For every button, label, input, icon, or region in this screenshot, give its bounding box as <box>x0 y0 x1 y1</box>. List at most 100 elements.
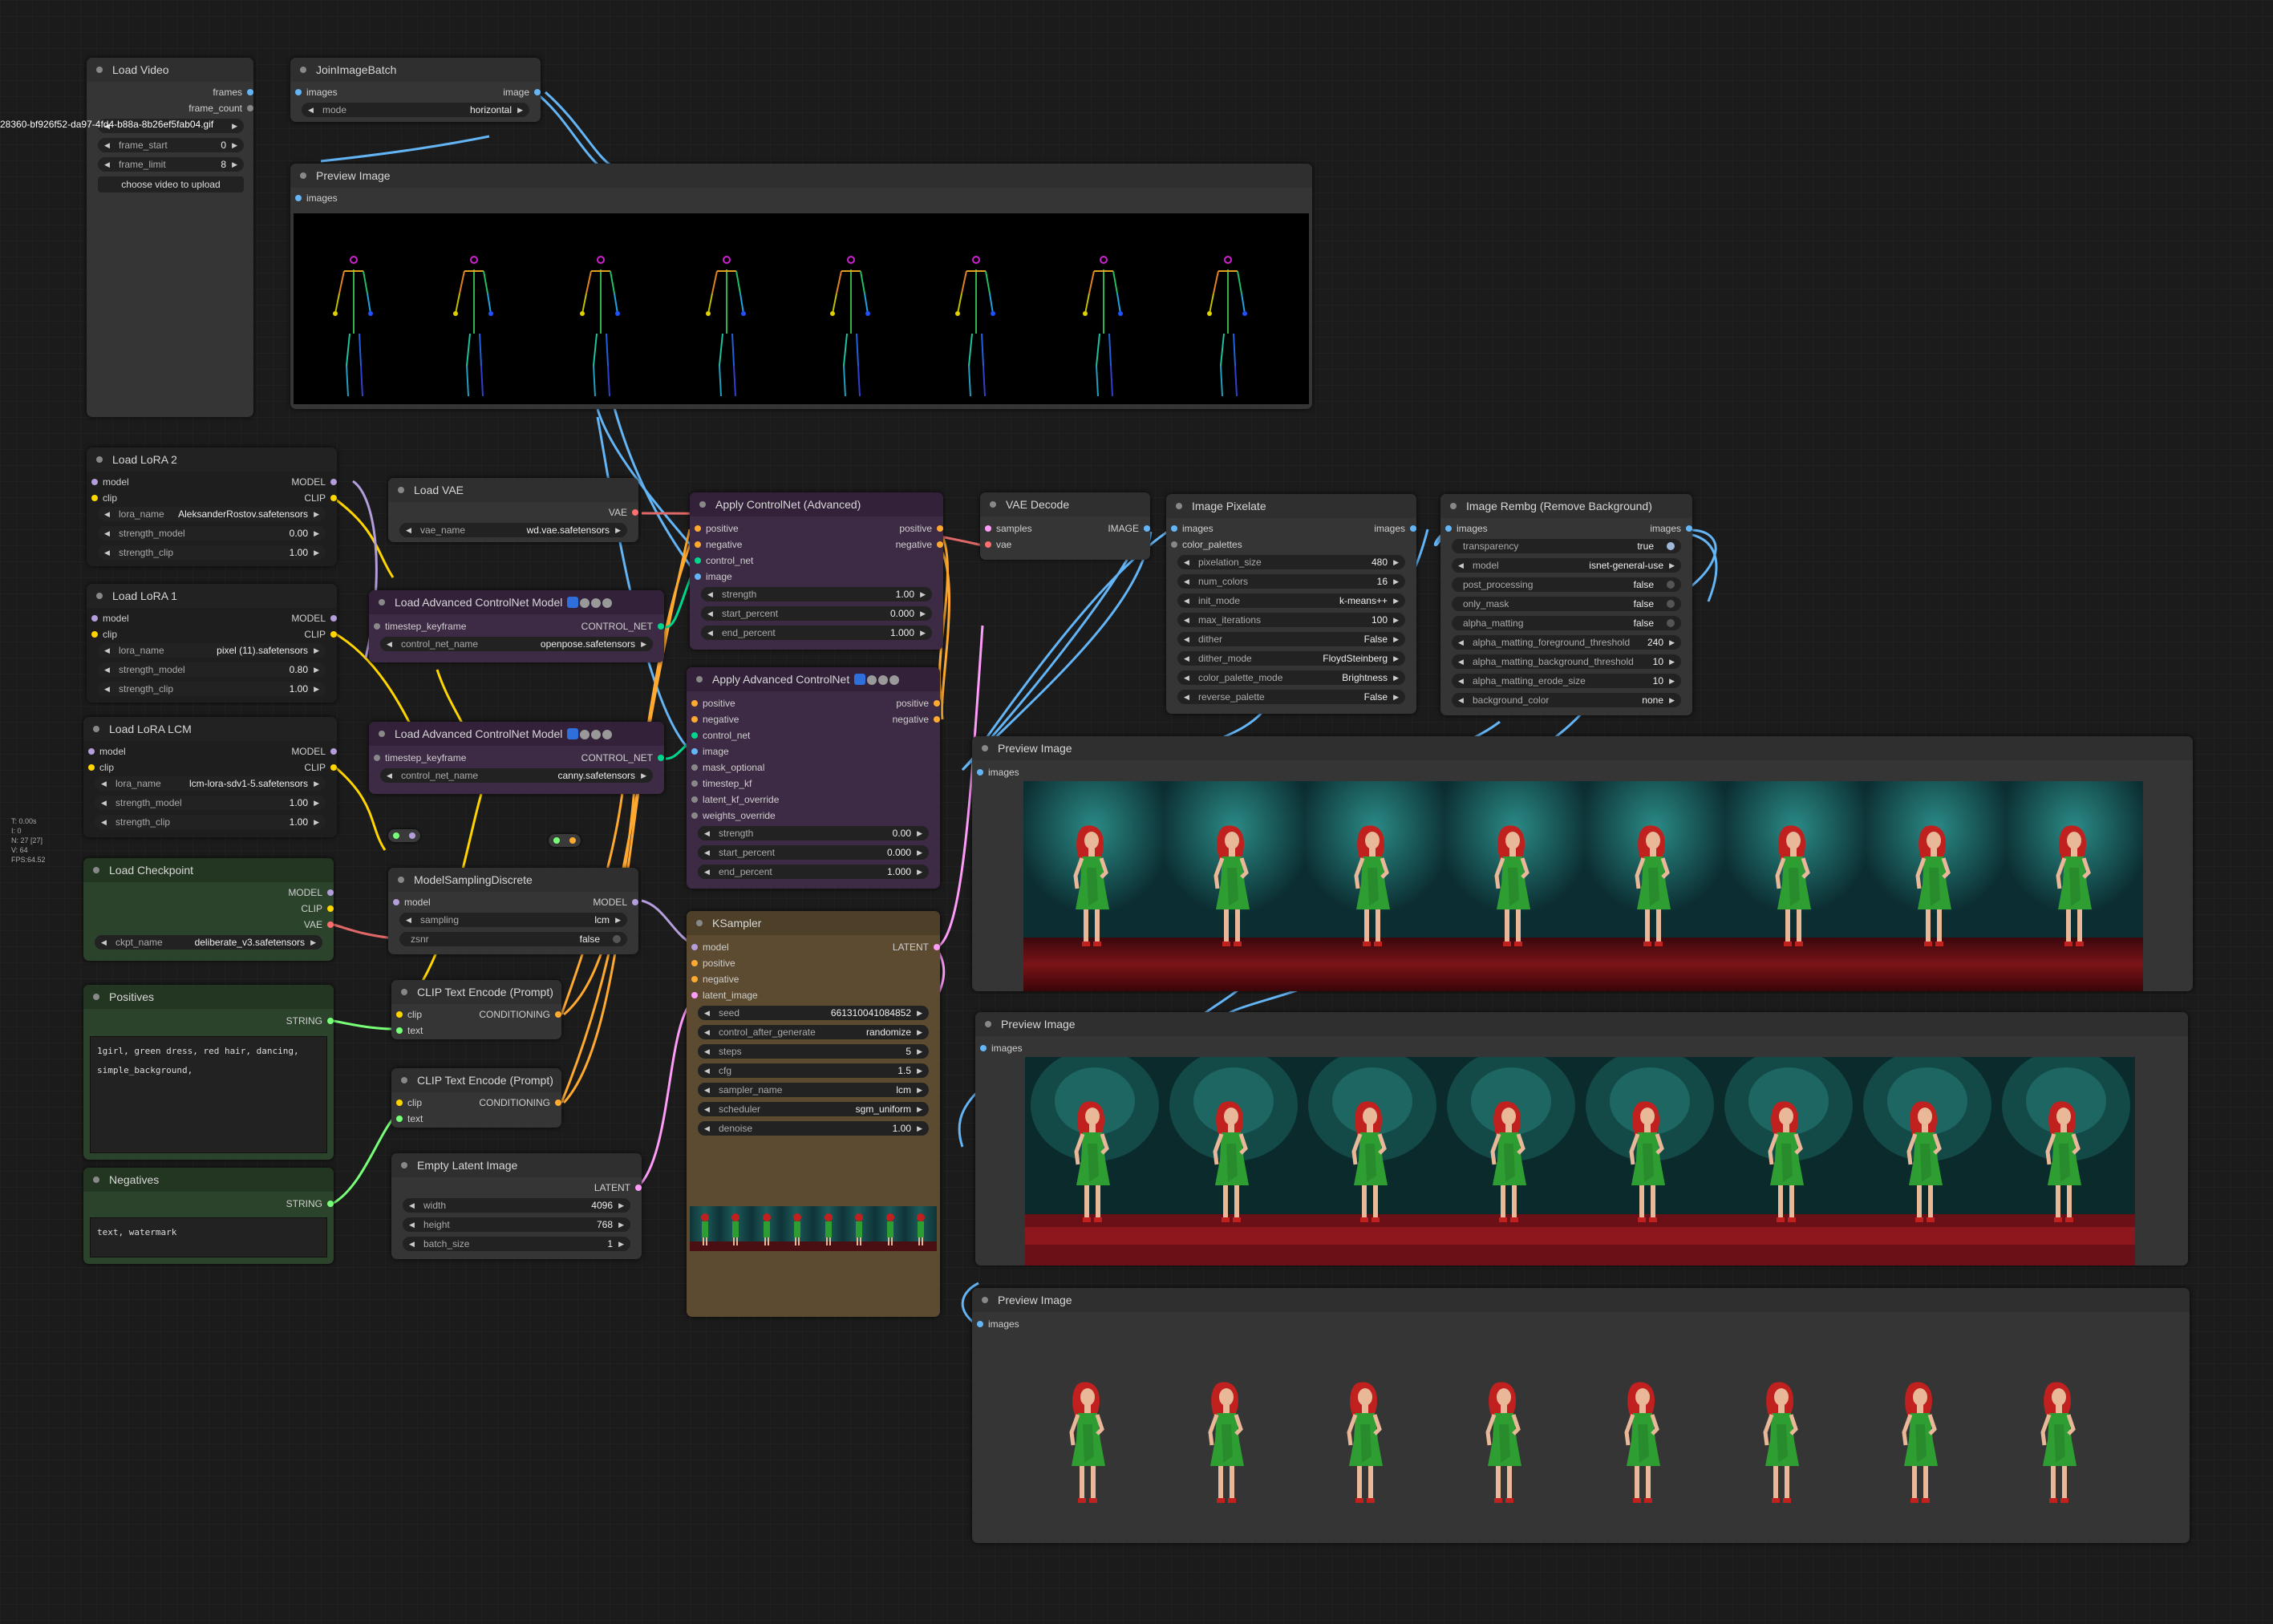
node-title[interactable]: Load Checkpoint <box>83 858 334 882</box>
ckpt-name-widget[interactable]: ckpt_namedeliberate_v3.safetensors <box>95 935 322 950</box>
output-clip[interactable]: CLIP <box>202 901 334 916</box>
reroute-node[interactable] <box>549 834 581 847</box>
node-title[interactable]: Preview Image <box>290 164 1312 188</box>
input-weights-override[interactable]: weights_override <box>691 808 776 823</box>
model-widget[interactable]: modelisnet-general-use <box>1452 558 1681 573</box>
control-net-name-widget[interactable]: control_net_nameopenpose.safetensors <box>380 637 653 651</box>
output-positive[interactable]: positive <box>808 696 940 711</box>
input-images[interactable]: images <box>980 1041 1023 1055</box>
output-images[interactable]: images <box>1561 521 1692 536</box>
node-title[interactable]: Preview Image <box>972 736 2193 760</box>
denoise-widget[interactable]: denoise1.00 <box>698 1121 929 1136</box>
input-image[interactable]: image <box>691 744 729 759</box>
background-threshold-widget[interactable]: alpha_matting_background_threshold10 <box>1452 654 1681 669</box>
node-title[interactable]: Load VAE <box>388 478 638 502</box>
input-timestep-kf[interactable]: timestep_kf <box>691 776 752 791</box>
output-clip[interactable]: CLIP <box>205 760 337 775</box>
alpha-matting-toggle[interactable]: alpha_matting false <box>1452 616 1681 630</box>
zsnr-toggle[interactable]: zsnr false <box>399 932 627 946</box>
positive-prompt-textarea[interactable]: 1girl, green dress, red hair, dancing, s… <box>90 1036 327 1153</box>
node-negatives[interactable]: Negatives STRING text, watermark <box>83 1168 334 1264</box>
frame-start-widget[interactable]: frame_start0 <box>98 138 244 152</box>
input-text[interactable]: text <box>396 1112 423 1126</box>
node-load-video[interactable]: Load Video frames frame_count frame_star… <box>87 58 253 417</box>
foreground-threshold-widget[interactable]: alpha_matting_foreground_threshold240 <box>1452 635 1681 650</box>
node-preview-pixelated[interactable]: Preview Image images <box>975 1012 2188 1266</box>
output-images[interactable]: images <box>1285 521 1416 536</box>
node-load-lora-1[interactable]: Load LoRA 1 model clip MODEL CLIP lora_n… <box>87 584 337 703</box>
input-control-net[interactable]: control_net <box>691 728 750 743</box>
strength-clip-widget[interactable]: strength_clip1.00 <box>98 545 326 560</box>
input-positive[interactable]: positive <box>695 521 739 536</box>
start-percent-widget[interactable]: start_percent0.000 <box>701 606 932 621</box>
input-image[interactable]: image <box>695 569 732 584</box>
node-title[interactable]: Load Video <box>87 58 253 82</box>
input-mask-optional[interactable]: mask_optional <box>691 760 764 775</box>
node-preview-rembg[interactable]: Preview Image images <box>972 1288 2190 1543</box>
output-control-net[interactable]: CONTROL_NET <box>533 619 664 634</box>
output-clip[interactable]: CLIP <box>205 627 337 642</box>
vae-name-widget[interactable]: vae_namewd.vae.safetensors <box>399 523 627 537</box>
input-clip[interactable]: clip <box>396 1095 422 1110</box>
node-load-lora-2[interactable]: Load LoRA 2 model clip MODEL CLIP lora_n… <box>87 448 337 566</box>
dither-mode-widget[interactable]: dither_modeFloydSteinberg <box>1177 651 1405 666</box>
node-title[interactable]: Load LoRA 1 <box>87 584 337 608</box>
node-load-vae[interactable]: Load VAE VAE vae_namewd.vae.safetensors <box>388 478 638 542</box>
input-images[interactable]: images <box>295 85 338 99</box>
input-clip[interactable]: clip <box>396 1007 422 1022</box>
input-model[interactable]: model <box>691 940 729 954</box>
init-mode-widget[interactable]: init_modek-means++ <box>1177 593 1405 608</box>
width-widget[interactable]: width4096 <box>403 1198 630 1213</box>
node-load-advanced-controlnet-canny[interactable]: Load Advanced ControlNet Model timestep_… <box>369 722 664 794</box>
output-clip[interactable]: CLIP <box>205 491 337 505</box>
max-iterations-widget[interactable]: max_iterations100 <box>1177 613 1405 627</box>
erode-size-widget[interactable]: alpha_matting_erode_size10 <box>1452 674 1681 688</box>
strength-model-widget[interactable]: strength_model0.00 <box>98 526 326 541</box>
strength-widget[interactable]: strength0.00 <box>698 826 929 840</box>
node-title[interactable]: Preview Image <box>975 1012 2188 1036</box>
node-apply-controlnet-advanced[interactable]: Apply ControlNet (Advanced) positive neg… <box>690 492 943 650</box>
steps-widget[interactable]: steps5 <box>698 1044 929 1059</box>
output-control-net[interactable]: CONTROL_NET <box>533 751 664 765</box>
output-frame-count[interactable]: frame_count <box>82 101 253 115</box>
node-title[interactable]: Apply ControlNet (Advanced) <box>690 492 943 516</box>
input-images[interactable]: images <box>1445 521 1488 536</box>
end-percent-widget[interactable]: end_percent1.000 <box>698 865 929 879</box>
input-control-net[interactable]: control_net <box>695 553 753 568</box>
batch-size-widget[interactable]: batch_size1 <box>403 1237 630 1251</box>
input-timestep-keyframe[interactable]: timestep_keyframe <box>374 751 466 765</box>
reverse-palette-widget[interactable]: reverse_paletteFalse <box>1177 690 1405 704</box>
node-preview-pose[interactable]: Preview Image images <box>290 164 1312 409</box>
dither-widget[interactable]: ditherFalse <box>1177 632 1405 646</box>
input-timestep-keyframe[interactable]: timestep_keyframe <box>374 619 466 634</box>
node-title[interactable]: JoinImageBatch <box>290 58 541 82</box>
output-image[interactable]: image <box>409 85 541 99</box>
upload-video-button[interactable]: choose video to upload <box>98 176 244 192</box>
mode-widget[interactable]: modehorizontal <box>302 103 529 117</box>
node-title[interactable]: CLIP Text Encode (Prompt) <box>391 980 561 1004</box>
node-title[interactable]: Empty Latent Image <box>391 1153 642 1177</box>
node-clip-text-encode-negative[interactable]: CLIP Text Encode (Prompt) clip text COND… <box>391 1068 561 1128</box>
lora-name-widget[interactable]: lora_namepixel (11).safetensors <box>98 643 326 658</box>
frame-limit-widget[interactable]: frame_limit8 <box>98 157 244 172</box>
cfg-widget[interactable]: cfg1.5 <box>698 1063 929 1078</box>
color-palette-mode-widget[interactable]: color_palette_modeBrightness <box>1177 670 1405 685</box>
node-title[interactable]: Positives <box>83 985 334 1009</box>
node-empty-latent-image[interactable]: Empty Latent Image LATENT width4096 heig… <box>391 1153 642 1259</box>
negative-prompt-textarea[interactable]: text, watermark <box>90 1217 327 1257</box>
output-string[interactable]: STRING <box>202 1197 334 1211</box>
input-text[interactable]: text <box>396 1023 423 1038</box>
strength-model-widget[interactable]: strength_model1.00 <box>95 796 326 810</box>
input-model[interactable]: model <box>88 744 126 759</box>
strength-clip-widget[interactable]: strength_clip1.00 <box>98 682 326 696</box>
strength-widget[interactable]: strength1.00 <box>701 587 932 601</box>
output-conditioning[interactable]: CONDITIONING <box>430 1007 561 1022</box>
output-model[interactable]: MODEL <box>205 611 337 626</box>
node-title[interactable]: ModelSamplingDiscrete <box>388 868 638 892</box>
input-model[interactable]: model <box>91 475 129 489</box>
input-images[interactable]: images <box>295 191 338 205</box>
seed-widget[interactable]: seed661310041084852 <box>698 1006 929 1020</box>
output-model[interactable]: MODEL <box>205 744 337 759</box>
input-negative[interactable]: negative <box>695 537 742 552</box>
node-title[interactable]: Load Advanced ControlNet Model <box>369 722 664 746</box>
